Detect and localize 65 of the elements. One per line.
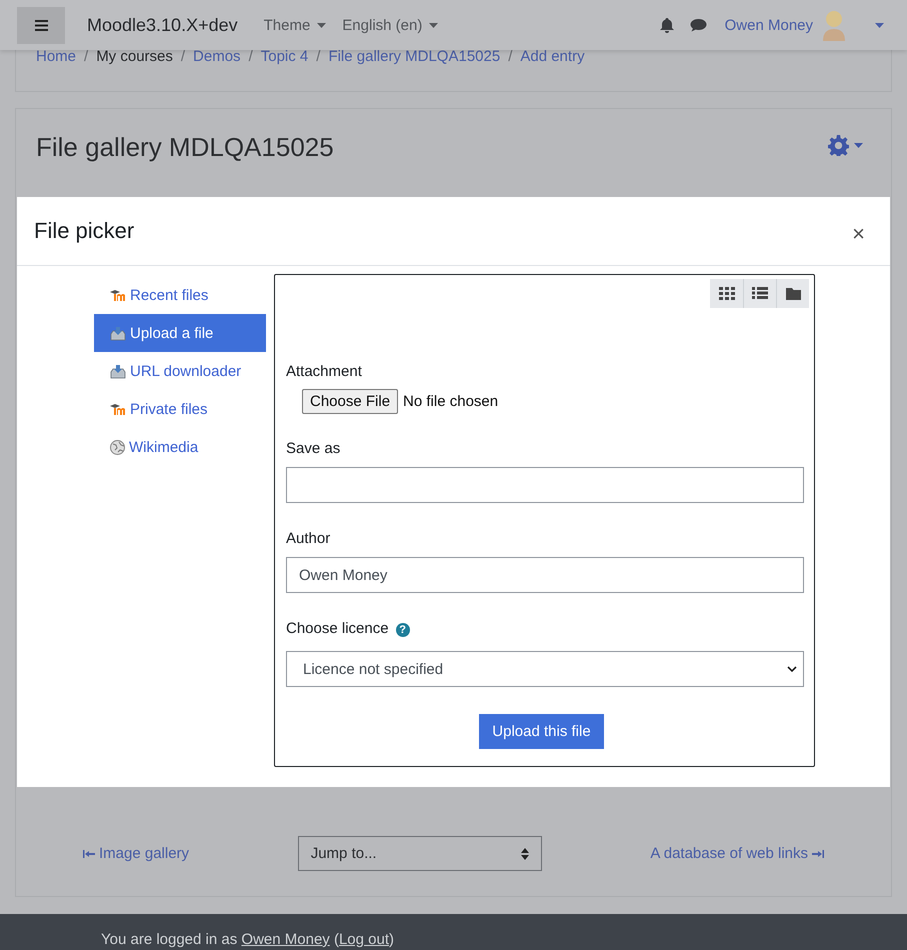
chat-icon[interactable] (690, 18, 707, 32)
dropdown-menu[interactable]: Theme (264, 16, 326, 34)
user-profile-link[interactable]: Owen Money (241, 931, 330, 948)
settings-icon (828, 135, 849, 156)
folder-icon (786, 287, 800, 300)
graduation-cap-icon (110, 403, 126, 415)
login-info-text: You are logged in as Owen Money (Log out) (101, 931, 394, 948)
upload-tray-icon (110, 364, 126, 378)
user-name[interactable]: Owen Money (724, 16, 813, 34)
repository-item[interactable]: Private files (94, 390, 266, 428)
close-button[interactable]: × (844, 221, 873, 247)
field-label: Attachment (286, 363, 363, 380)
jump-to-select[interactable]: Jump to... (298, 836, 542, 871)
repository-item[interactable]: URL downloader (94, 352, 266, 390)
repository-item[interactable]: Recent files (94, 276, 266, 314)
next-activity-link[interactable]: A database of web links (650, 845, 824, 862)
field-label: Author (286, 530, 332, 547)
save-as-field[interactable] (286, 467, 804, 503)
file-status-text: No file chosen (403, 393, 498, 410)
breadcrumb-separator: / (316, 50, 320, 64)
settings-menu[interactable] (828, 135, 863, 156)
grid-icon (718, 287, 734, 300)
upload-tray-icon (110, 326, 126, 340)
view-button[interactable] (710, 279, 743, 308)
field-label: Choose licence (286, 620, 389, 637)
previous-activity-link[interactable]: Image gallery (83, 845, 190, 862)
repository-item[interactable]: Wikimedia (94, 428, 266, 466)
list-icon (752, 287, 768, 300)
bell-icon[interactable] (660, 18, 674, 32)
author-field[interactable]: Owen Money (286, 557, 804, 593)
arrow-left-icon (83, 850, 95, 858)
dropdown-menu[interactable]: English (en) (342, 16, 438, 34)
globe-icon (110, 440, 125, 454)
field-label: Save as (286, 440, 342, 457)
breadcrumb-link[interactable]: Home (36, 50, 76, 64)
breadcrumb-separator: / (180, 50, 186, 64)
breadcrumb-link[interactable]: Demos (193, 50, 241, 64)
breadcrumb-link[interactable]: Topic 4 (260, 50, 308, 64)
breadcrumb-separator: / (248, 50, 253, 64)
upload-button[interactable]: Upload this file (479, 714, 604, 749)
page-title: File gallery MDLQA15025 (36, 131, 334, 163)
arrow-right-icon (812, 850, 824, 858)
repository-item[interactable]: Upload a file (94, 314, 266, 352)
caret-icon (875, 22, 884, 28)
licence-select[interactable]: Licence not specified (286, 651, 804, 687)
help-icon[interactable]: ? (396, 623, 410, 637)
breadcrumb-separator: / (508, 50, 512, 64)
choose-file-button[interactable]: Choose File (302, 389, 398, 414)
menu-button[interactable] (17, 6, 65, 44)
caret-icon (429, 22, 438, 28)
graduation-cap-icon (110, 289, 126, 301)
caret-icon (854, 143, 863, 148)
menu-icon (34, 20, 48, 30)
breadcrumb-separator: / (84, 50, 88, 64)
chevron-down-icon (787, 666, 797, 672)
breadcrumb-link[interactable]: File gallery MDLQA15025 (328, 50, 500, 64)
breadcrumb-text: My courses (96, 50, 173, 64)
site-name[interactable]: Moodle3.10.X+dev (87, 14, 238, 36)
breadcrumb-link[interactable]: Add entry (520, 50, 585, 64)
caret-icon (317, 22, 326, 28)
sort-icon (520, 848, 529, 860)
view-button[interactable] (776, 279, 809, 308)
view-button[interactable] (743, 279, 776, 308)
log-out-link[interactable]: Log out (338, 931, 389, 948)
dialog-title: File picker (34, 218, 134, 244)
